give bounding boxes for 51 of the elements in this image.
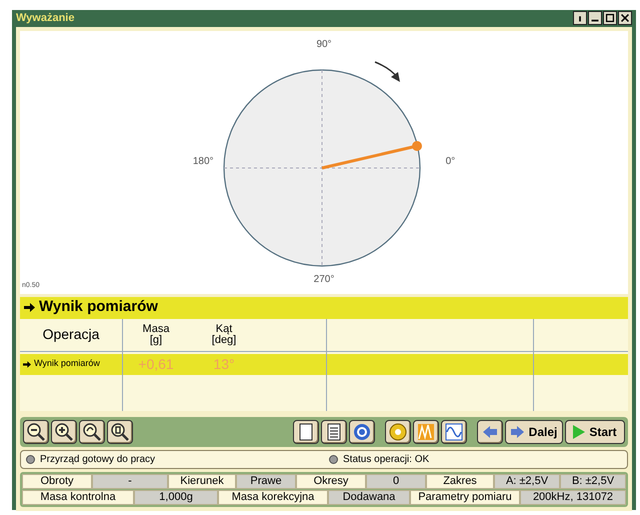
arrow-right-icon	[510, 426, 525, 438]
info-value: 200kHz, 131072	[520, 490, 626, 504]
info-icon[interactable]	[573, 11, 587, 26]
arrow-icon	[24, 303, 35, 312]
table-row[interactable]: Wynik pomiarów +0,61 13°	[20, 354, 628, 374]
info-value: B: ±2,5V	[560, 474, 626, 488]
zoom-out-icon[interactable]	[23, 420, 49, 444]
axis-label: 180°	[192, 155, 214, 169]
info-value: -	[92, 474, 168, 488]
status-indicator-icon	[329, 454, 338, 464]
table-cell-text: 13°	[212, 354, 236, 374]
arrow-icon	[23, 360, 31, 368]
waveform-icon[interactable]	[441, 420, 467, 444]
minimize-icon[interactable]	[588, 11, 602, 26]
info-label: Parametry pomiaru	[410, 490, 520, 504]
table-cell-text: +0,61	[137, 354, 175, 374]
status-text: Przyrząd gotowy do pracy	[40, 452, 156, 466]
info-label: Okresy	[296, 474, 366, 488]
column-header: Operacja	[42, 325, 100, 344]
info-value: A: ±2,5V	[494, 474, 560, 488]
document-icon[interactable]	[321, 420, 347, 444]
column-header: Kąt [deg]	[210, 322, 238, 348]
info-value: 0	[366, 474, 426, 488]
close-icon[interactable]	[618, 11, 632, 26]
info-label: Obroty	[22, 474, 92, 488]
start-button[interactable]: Start	[565, 420, 625, 444]
maximize-icon[interactable]	[603, 11, 617, 26]
page-icon[interactable]	[293, 420, 319, 444]
zoom-auto-icon[interactable]	[107, 420, 133, 444]
zoom-in-icon[interactable]	[51, 420, 77, 444]
info-label: Masa korekcyjna	[218, 490, 328, 504]
bar-chart-icon[interactable]	[413, 420, 439, 444]
help-icon[interactable]	[349, 420, 375, 444]
axis-label: 90°	[316, 38, 332, 52]
zoom-reset-icon[interactable]	[79, 420, 105, 444]
window-title: Wyważanie	[16, 11, 74, 26]
info-label: Kierunek	[168, 474, 236, 488]
results-title: Wynik pomiarów	[39, 297, 158, 318]
column-header: Masa [g]	[142, 322, 170, 348]
info-label: Masa kontrolna	[22, 490, 134, 504]
play-icon	[573, 424, 586, 438]
info-value: 1,000g	[134, 490, 218, 504]
axis-label: 0°	[446, 155, 456, 169]
info-value: Dodawana	[328, 490, 410, 504]
status-indicator-icon	[26, 454, 35, 464]
axis-label: 270°	[314, 272, 334, 286]
table-cell-text: Wynik pomiarów	[34, 357, 100, 370]
next-button[interactable]: Dalej	[505, 420, 563, 444]
info-label: Zakres	[426, 474, 494, 488]
info-value: Prawe	[236, 474, 296, 488]
status-text: Status operacji: OK	[343, 452, 430, 466]
